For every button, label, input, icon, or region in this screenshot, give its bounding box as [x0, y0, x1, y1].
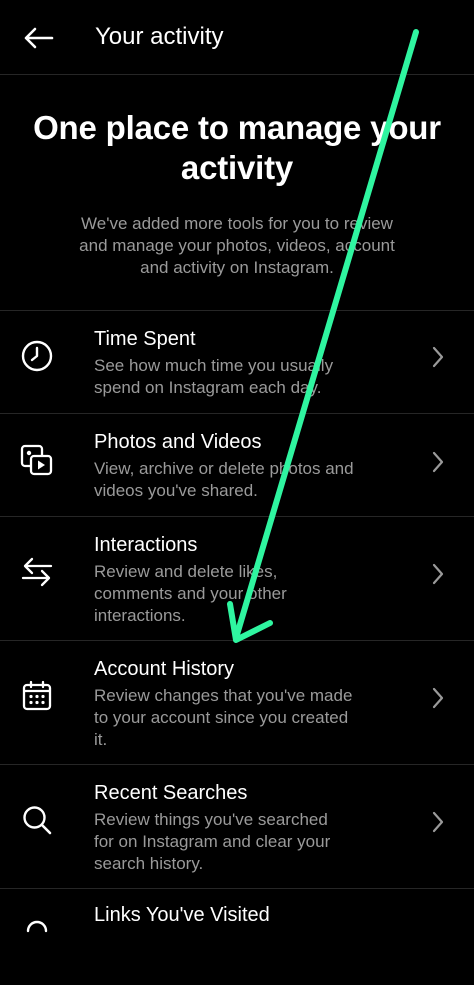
- desc-line: See how much time you usually: [94, 356, 334, 375]
- list-item-description: Review things you've searched for on Ins…: [94, 809, 394, 875]
- desc-line: Review things you've searched: [94, 810, 328, 829]
- list-item-title: Links You've Visited: [94, 904, 270, 926]
- page-title: Your activity: [95, 23, 224, 50]
- chevron-right-icon: [428, 450, 448, 474]
- desc-line: comments and your other: [94, 584, 287, 603]
- bottom-area: [0, 935, 474, 985]
- desc-line: interactions.: [94, 606, 186, 625]
- chevron-right-icon: [428, 345, 448, 369]
- list-item-title: Interactions: [94, 534, 198, 556]
- list-item-time-spent[interactable]: Time Spent See how much time you usually…: [0, 310, 474, 414]
- desc-line: it.: [94, 730, 108, 749]
- back-arrow-icon: [24, 27, 54, 49]
- desc-line: to your account since you created: [94, 708, 349, 727]
- calendar-icon: [18, 677, 56, 715]
- clock-icon: [18, 337, 56, 375]
- hero-title-line: activity: [180, 149, 294, 186]
- chevron-right-icon: [428, 562, 448, 586]
- hero-description: We've added more tools for you to review…: [48, 213, 426, 279]
- list-item-account-history[interactable]: Account History Review changes that you'…: [0, 640, 474, 765]
- desc-line: search history.: [94, 854, 204, 873]
- list-item-title: Time Spent: [94, 328, 196, 350]
- list-item-description: Review and delete likes, comments and yo…: [94, 561, 394, 627]
- list-item-title: Account History: [94, 658, 235, 680]
- desc-line: videos you've shared.: [94, 481, 258, 500]
- hero-title: One place to manage your activity: [0, 108, 474, 188]
- chevron-right-icon: [428, 810, 448, 834]
- desc-line: View, archive or delete photos and: [94, 459, 354, 478]
- list-item-description: Review changes that you've made to your …: [94, 685, 394, 751]
- top-bar: Your activity: [0, 0, 474, 75]
- list-item-title: Photos and Videos: [94, 431, 262, 453]
- hero-desc-line: We've added more tools for you to review: [81, 214, 393, 233]
- list-item-interactions[interactable]: Interactions Review and delete likes, co…: [0, 516, 474, 641]
- list-item-photos-and-videos[interactable]: Photos and Videos View, archive or delet…: [0, 413, 474, 517]
- photos-videos-icon: [18, 442, 56, 480]
- desc-line: spend on Instagram each day.: [94, 378, 322, 397]
- desc-line: for on Instagram and clear your: [94, 832, 331, 851]
- swap-arrows-icon: [18, 553, 56, 591]
- list-item-description: View, archive or delete photos and video…: [94, 458, 394, 502]
- hero-desc-line: and manage your photos, videos, account: [79, 236, 395, 255]
- hero-desc-line: and activity on Instagram.: [140, 258, 334, 277]
- desc-line: Review changes that you've made: [94, 686, 353, 705]
- chevron-right-icon: [428, 686, 448, 710]
- list-item-description: See how much time you usually spend on I…: [94, 355, 394, 399]
- search-icon: [18, 801, 56, 839]
- hero-title-line: One place to manage your: [33, 109, 441, 146]
- back-button[interactable]: [18, 20, 58, 56]
- list-item-title: Recent Searches: [94, 782, 248, 804]
- desc-line: Review and delete likes,: [94, 562, 278, 581]
- list-item-recent-searches[interactable]: Recent Searches Review things you've sea…: [0, 764, 474, 889]
